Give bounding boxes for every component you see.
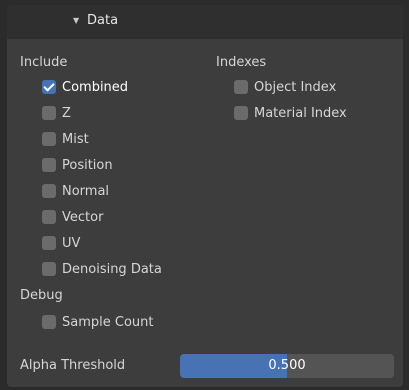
panel-header[interactable]: ▼ Data [7, 5, 403, 39]
indexes-heading: Indexes [216, 55, 267, 70]
checkbox-label: Normal [62, 183, 110, 199]
checkbox-icon[interactable] [42, 106, 56, 120]
checkbox-icon[interactable] [42, 132, 56, 146]
checkbox-icon[interactable] [42, 158, 56, 172]
checkbox-sample-count[interactable]: Sample Count [42, 313, 153, 331]
checkbox-icon[interactable] [42, 210, 56, 224]
checkbox-icon[interactable] [234, 106, 248, 120]
alpha-threshold-label: Alpha Threshold [20, 358, 126, 373]
checkbox-label: Mist [62, 131, 89, 147]
data-panel: ▼ Data Include Combined Z Mist Position … [7, 5, 403, 387]
checkbox-uv[interactable]: UV [42, 234, 80, 252]
checkbox-label: UV [62, 235, 81, 251]
alpha-threshold-slider[interactable]: 0.500 [180, 354, 394, 378]
checkbox-label: Z [62, 105, 71, 121]
checkbox-label: Denoising Data [62, 261, 162, 277]
checkbox-vector[interactable]: Vector [42, 208, 103, 226]
checkbox-icon[interactable] [234, 80, 248, 94]
checkbox-combined[interactable]: Combined [42, 78, 128, 96]
checkbox-label: Position [62, 157, 113, 173]
checkbox-object-index[interactable]: Object Index [234, 78, 336, 96]
checkbox-normal[interactable]: Normal [42, 182, 109, 200]
slider-value: 0.500 [268, 358, 306, 373]
checkbox-label: Object Index [254, 79, 337, 95]
checkbox-icon[interactable] [42, 315, 56, 329]
checkbox-icon[interactable] [42, 184, 56, 198]
debug-heading: Debug [20, 288, 63, 303]
checkbox-position[interactable]: Position [42, 156, 113, 174]
checkbox-label: Material Index [254, 105, 347, 121]
checkbox-mist[interactable]: Mist [42, 130, 89, 148]
panel-title: Data [87, 13, 119, 28]
checkbox-icon[interactable] [42, 236, 56, 250]
include-heading: Include [20, 55, 68, 70]
checkbox-icon[interactable] [42, 262, 56, 276]
checkbox-denoising-data[interactable]: Denoising Data [42, 260, 162, 278]
checkbox-label: Vector [62, 209, 104, 225]
triangle-down-icon[interactable]: ▼ [73, 16, 79, 25]
checkbox-label: Sample Count [62, 314, 154, 330]
checkbox-material-index[interactable]: Material Index [234, 104, 347, 122]
properties-editor: ▼ Data Include Combined Z Mist Position … [0, 0, 409, 390]
checkbox-z[interactable]: Z [42, 104, 71, 122]
checkbox-label: Combined [62, 79, 129, 95]
checkbox-checked-icon[interactable] [42, 80, 56, 94]
